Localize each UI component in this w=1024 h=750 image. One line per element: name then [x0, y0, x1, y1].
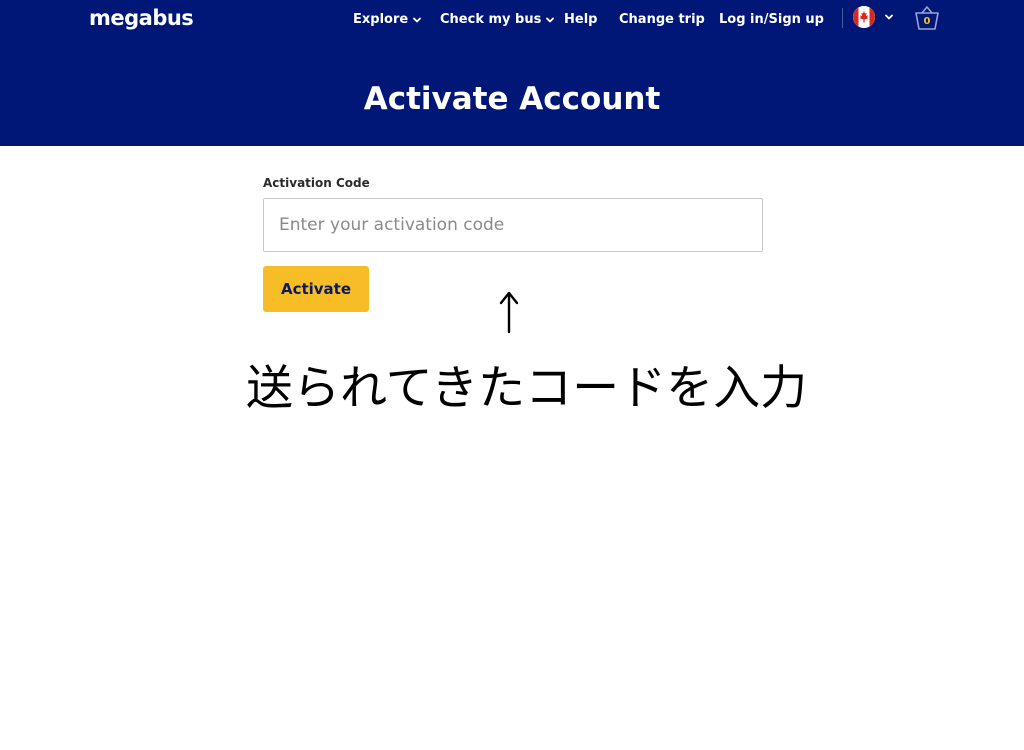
nav-login-signup-label: Log in/Sign up — [719, 12, 824, 27]
activation-code-label: Activation Code — [263, 176, 370, 190]
nav-check-my-bus-label: Check my bus — [440, 12, 542, 27]
nav-login-signup[interactable]: Log in/Sign up — [719, 11, 824, 29]
chevron-down-icon — [885, 14, 893, 20]
chevron-down-icon — [413, 17, 422, 23]
country-selector[interactable] — [853, 6, 897, 28]
basket-count-badge: 0 — [923, 16, 931, 27]
annotation-text: 送られてきたコードを入力 — [246, 361, 808, 416]
basket-button[interactable]: 0 — [912, 4, 942, 32]
nav-help-label: Help — [564, 12, 598, 27]
nav-change-trip-label: Change trip — [619, 12, 705, 27]
chevron-down-icon — [546, 17, 555, 23]
top-navbar: megabus Explore Check my bus Help Change… — [0, 0, 1024, 52]
nav-check-my-bus[interactable]: Check my bus — [440, 11, 555, 29]
nav-explore-label: Explore — [353, 12, 409, 27]
megabus-logo[interactable]: megabus — [89, 5, 194, 31]
nav-explore[interactable]: Explore — [353, 11, 422, 29]
nav-help[interactable]: Help — [564, 11, 597, 29]
canada-flag-icon — [853, 6, 875, 28]
activate-button[interactable]: Activate — [263, 266, 369, 312]
up-arrow-icon — [499, 291, 519, 334]
nav-change-trip[interactable]: Change trip — [619, 11, 705, 29]
page-title: Activate Account — [363, 81, 661, 117]
nav-divider — [842, 8, 843, 28]
activation-code-input[interactable] — [263, 198, 763, 252]
page-header-banner: Activate Account — [0, 52, 1024, 146]
